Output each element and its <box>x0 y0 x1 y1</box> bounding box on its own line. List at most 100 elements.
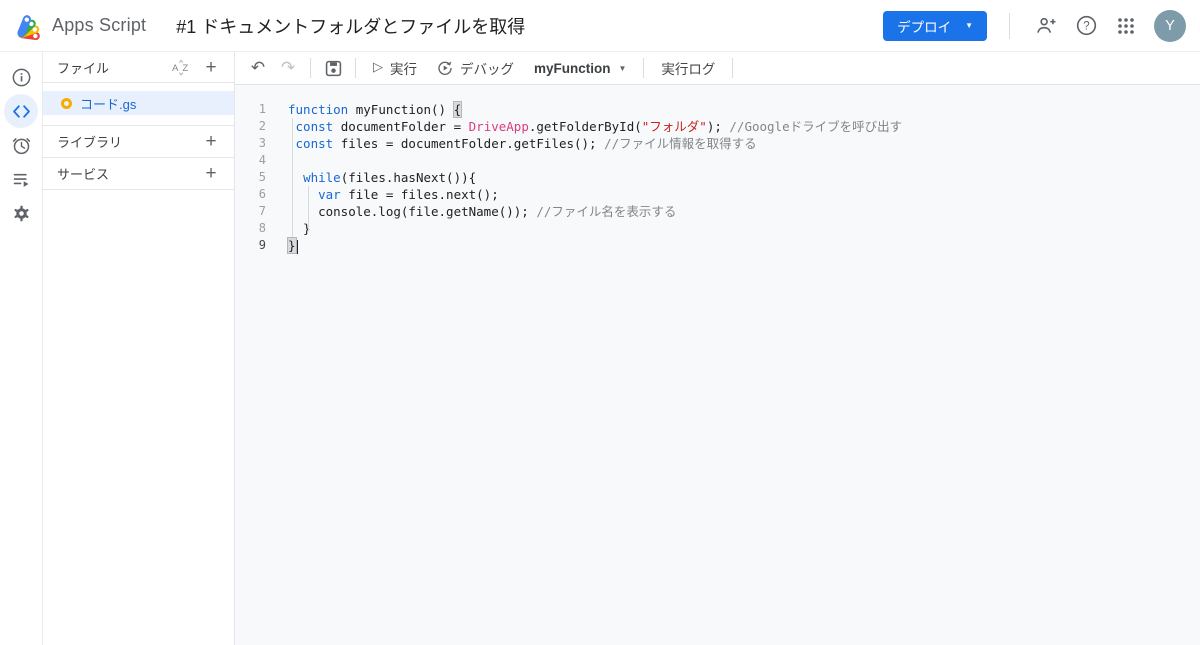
code-line[interactable]: 9} <box>235 237 1200 254</box>
google-apps-grid-button[interactable] <box>1106 6 1146 46</box>
app-name: Apps Script <box>52 15 147 35</box>
debug-icon <box>438 61 452 75</box>
files-panel: ファイル A Z + コード.gs ライブラリ + サービス + <box>43 52 235 645</box>
svg-text:?: ? <box>1083 21 1089 33</box>
code-line[interactable]: 8 } <box>235 220 1200 237</box>
divider <box>643 58 645 78</box>
undo-button[interactable]: ↶ <box>243 54 273 82</box>
text-cursor <box>296 239 298 254</box>
line-number[interactable]: 1 <box>235 101 266 118</box>
run-label: 実行 <box>390 62 417 77</box>
code-line[interactable]: 2 const documentFolder = DriveApp.getFol… <box>235 118 1200 135</box>
code-line[interactable]: 6 var file = files.next(); <box>235 186 1200 203</box>
code-line-text: console.log(file.getName()); //ファイル名を表示す… <box>288 204 677 219</box>
line-number[interactable]: 2 <box>235 118 266 135</box>
nav-triggers-button[interactable] <box>4 128 38 162</box>
person-add-icon <box>1036 17 1056 33</box>
svg-text:Z: Z <box>182 62 188 73</box>
line-number[interactable]: 5 <box>235 169 266 186</box>
function-selector[interactable]: myFunction ▼ <box>524 54 636 82</box>
avatar-letter: Y <box>1165 17 1175 34</box>
libraries-section[interactable]: ライブラリ + <box>43 126 234 158</box>
code-line[interactable]: 1 function myFunction() { <box>235 101 1200 118</box>
function-name: myFunction <box>534 60 611 76</box>
code-line[interactable]: 3 const files = documentFolder.getFiles(… <box>235 135 1200 152</box>
help-button[interactable]: ? <box>1066 6 1106 46</box>
add-library-button[interactable]: + <box>198 129 224 155</box>
line-number[interactable]: 4 <box>235 152 266 169</box>
left-navigation-rail <box>0 52 43 645</box>
deploy-label: デプロイ <box>897 19 952 35</box>
debug-label: デバッグ <box>460 62 514 77</box>
info-icon <box>12 68 30 86</box>
apps-script-logo-icon <box>17 14 40 40</box>
nav-editor-button[interactable] <box>4 94 38 128</box>
code-line[interactable]: 7 console.log(file.getName()); //ファイル名を表… <box>235 203 1200 220</box>
add-file-button[interactable]: + <box>198 54 224 80</box>
chevron-down-icon: ▼ <box>965 21 973 30</box>
code-line[interactable]: 5 while(files.hasNext()){ <box>235 169 1200 186</box>
services-label: サービス <box>57 167 110 182</box>
play-icon: ▷ <box>373 59 383 74</box>
avatar[interactable]: Y <box>1154 9 1186 42</box>
file-name: コード.gs <box>80 96 137 112</box>
execution-log-label: 実行ログ <box>661 62 716 77</box>
nav-settings-button[interactable] <box>4 196 38 230</box>
code-line-text: const files = documentFolder.getFiles();… <box>295 136 757 151</box>
share-project-button[interactable] <box>1026 6 1066 46</box>
files-header-label: ファイル <box>57 60 110 76</box>
code-line-text: while(files.hasNext()){ <box>303 170 477 185</box>
indent-guide <box>308 186 309 231</box>
nav-executions-button[interactable] <box>4 162 38 196</box>
code-icon <box>12 104 30 118</box>
line-number[interactable]: 9 <box>235 237 266 254</box>
line-number[interactable]: 7 <box>235 203 266 220</box>
app-header: Apps Script #1 ドキュメントフォルダとファイルを取得 デプロイ ▼… <box>0 0 1200 52</box>
help-icon: ? <box>1076 15 1096 36</box>
redo-button[interactable]: ↷ <box>273 54 303 82</box>
deploy-button[interactable]: デプロイ ▼ <box>883 10 987 41</box>
executions-list-icon <box>13 173 28 187</box>
project-title[interactable]: #1 ドキュメントフォルダとファイルを取得 <box>176 13 525 39</box>
save-button[interactable] <box>318 54 348 82</box>
line-number[interactable]: 8 <box>235 220 266 237</box>
gs-file-icon <box>61 97 72 109</box>
files-panel-header: ファイル A Z + <box>43 52 234 83</box>
services-section[interactable]: サービス + <box>43 158 234 190</box>
execution-log-button[interactable]: 実行ログ <box>651 54 725 82</box>
sort-az-icon: A Z <box>172 58 188 76</box>
libraries-label: ライブラリ <box>57 135 123 150</box>
indent-guide <box>292 118 293 237</box>
clock-icon <box>12 137 30 154</box>
apps-grid-icon <box>1118 17 1134 34</box>
add-service-button[interactable]: + <box>198 161 224 187</box>
plus-icon: + <box>205 56 217 78</box>
debug-button[interactable]: デバッグ <box>427 54 524 82</box>
line-number[interactable]: 6 <box>235 186 266 203</box>
divider <box>1009 12 1010 39</box>
line-number[interactable]: 3 <box>235 135 266 152</box>
undo-icon: ↶ <box>250 58 266 77</box>
chevron-down-icon: ▼ <box>618 63 627 73</box>
file-item-code-gs[interactable]: コード.gs <box>43 91 234 115</box>
code-editor[interactable]: 1 function myFunction() {2 const document… <box>235 85 1200 645</box>
code-line-text: var file = files.next(); <box>318 187 499 202</box>
run-button[interactable]: ▷ 実行 <box>363 54 427 82</box>
file-list: コード.gs <box>43 83 234 126</box>
divider <box>732 58 734 78</box>
save-icon <box>325 60 341 76</box>
gear-icon <box>13 205 29 221</box>
divider <box>310 58 311 78</box>
editor-toolbar: ↶ ↷ ▷ 実行 デバッグ myFunction ▼ 実行ログ <box>235 52 1200 85</box>
nav-overview-button[interactable] <box>4 60 38 94</box>
apps-script-logo[interactable]: Apps Script <box>14 11 146 41</box>
code-line-text: function myFunction() { <box>288 101 463 118</box>
plus-icon: + <box>205 163 217 184</box>
svg-text:A: A <box>172 62 179 73</box>
plus-icon: + <box>205 131 217 152</box>
code-line[interactable]: 4 <box>235 152 1200 169</box>
redo-icon: ↷ <box>280 58 296 77</box>
code-line-text: const documentFolder = DriveApp.getFolde… <box>295 119 903 134</box>
code-line-text: } <box>287 237 298 254</box>
sort-files-button[interactable]: A Z <box>168 54 194 80</box>
